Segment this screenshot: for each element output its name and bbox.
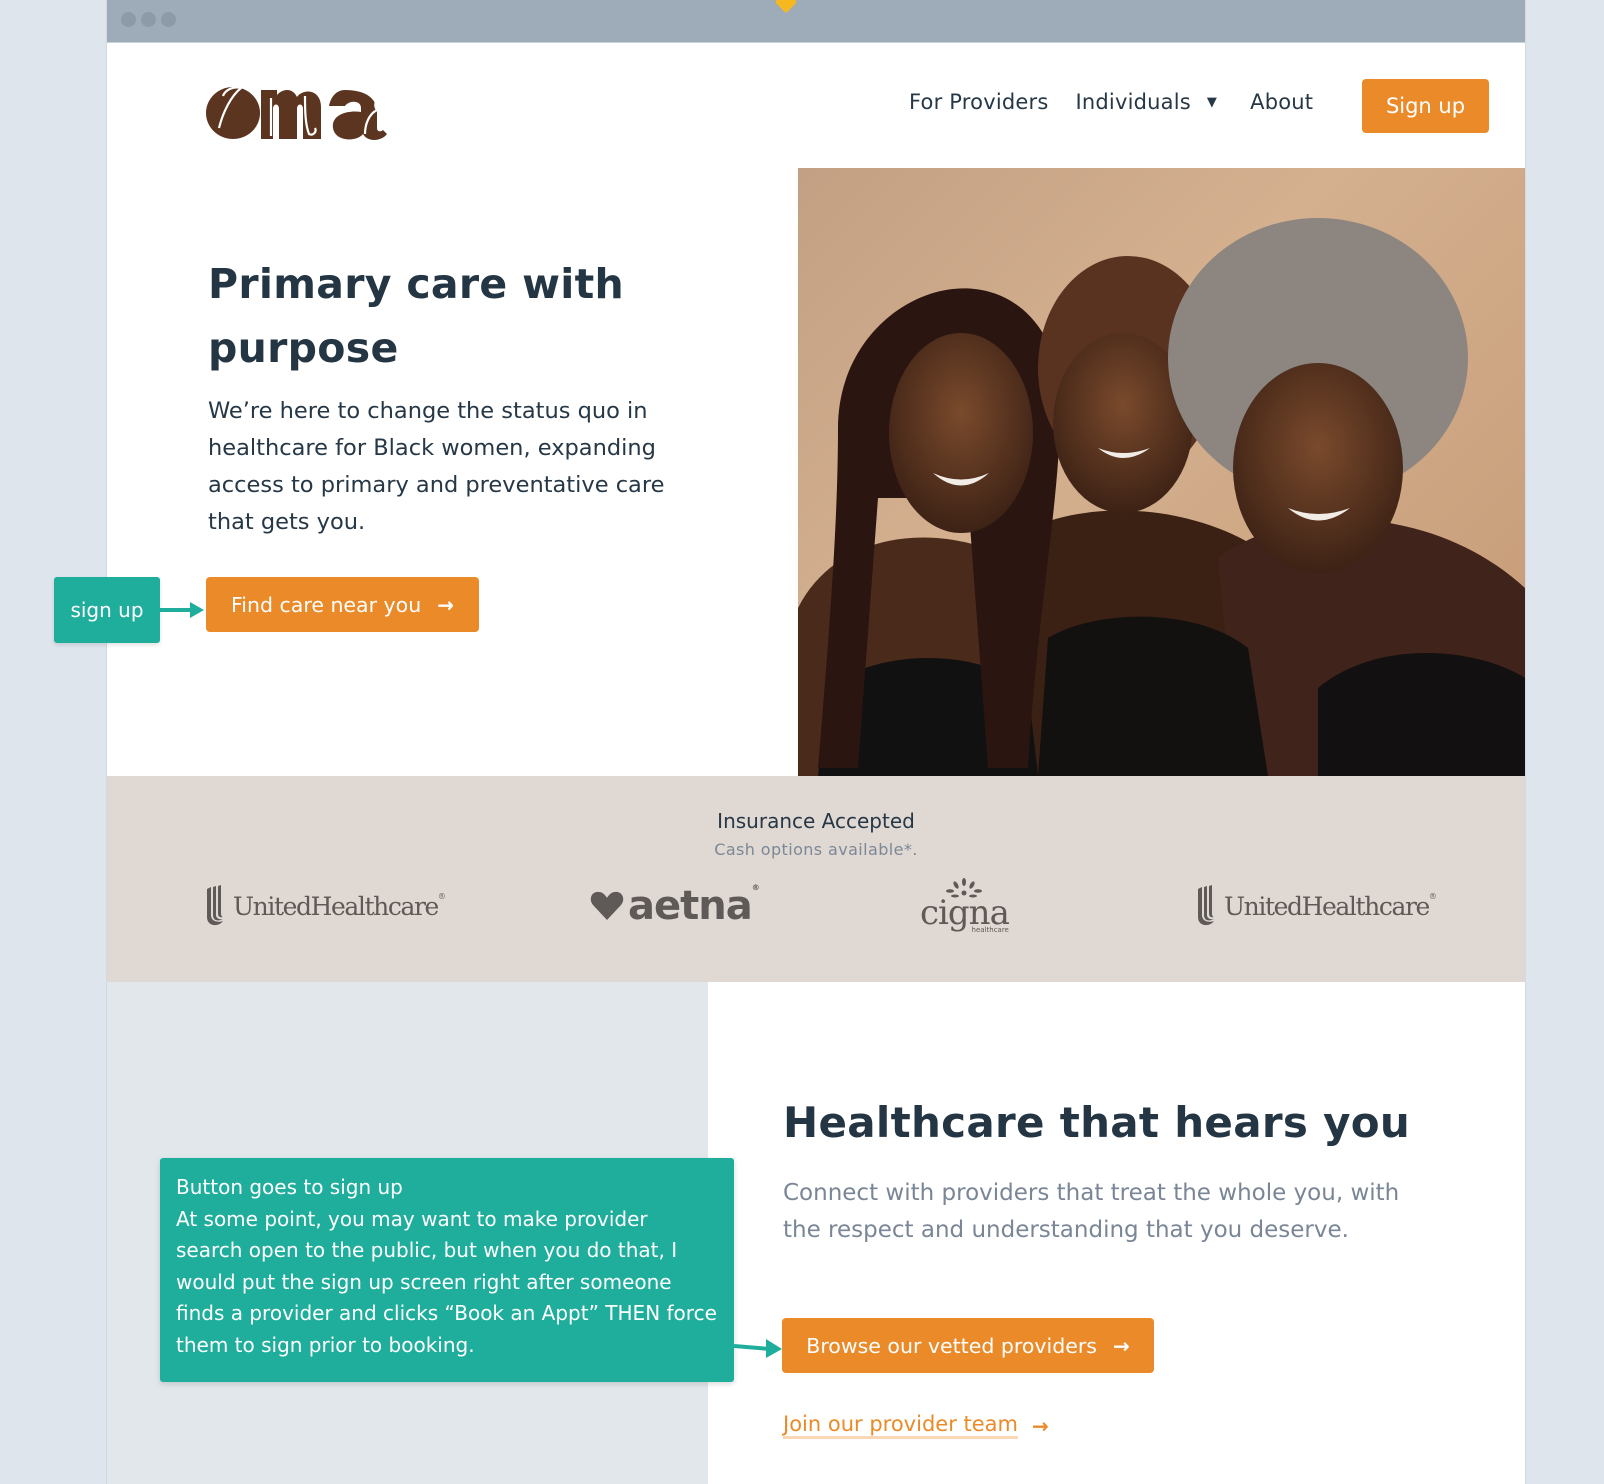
- hero-title: Primary care with purpose: [208, 260, 625, 372]
- join-provider-team-link[interactable]: Join our provider team →: [783, 1412, 1049, 1439]
- connector-arrow-icon: [734, 1339, 782, 1358]
- annotation-sign-up: sign up: [54, 577, 160, 643]
- comment-marker-icon[interactable]: [774, 0, 798, 14]
- logo-text: UnitedHealthcare®: [233, 891, 446, 921]
- browse-providers-button[interactable]: Browse our vetted providers →: [782, 1318, 1154, 1373]
- unitedhealthcare-logo: UnitedHealthcare®: [1196, 876, 1437, 936]
- nav-for-providers[interactable]: For Providers: [909, 90, 1049, 114]
- person-left-face: [889, 333, 1033, 533]
- logo-text: UnitedHealthcare®: [1224, 891, 1437, 921]
- annotation-line: At some point, you may want to make prov…: [176, 1206, 717, 1357]
- person-middle-top: [1038, 616, 1268, 776]
- insurance-title: Insurance Accepted: [717, 809, 915, 833]
- window-maximize-dot[interactable]: [161, 12, 176, 27]
- section-title: Healthcare that hears you: [783, 1098, 1411, 1147]
- annotation-button-note: Button goes to sign up At some point, yo…: [160, 1158, 734, 1382]
- insurance-logos: UnitedHealthcare® aetna® cigna healthcar…: [107, 876, 1525, 936]
- caret-down-icon: ▼: [1206, 94, 1218, 110]
- connector-arrow-icon: [160, 602, 204, 618]
- logo-text: aetna®: [628, 883, 760, 929]
- arrow-right-icon: →: [1031, 1413, 1049, 1438]
- women-photo-illustration: [798, 218, 1525, 776]
- button-label: Find care near you: [230, 592, 422, 617]
- heart-icon: [590, 891, 624, 920]
- hero-description: We’re here to change the status quo in h…: [208, 398, 665, 535]
- uhc-shield-icon: [207, 885, 223, 926]
- browser-toolbar: [107, 0, 1525, 43]
- nav-label: Individuals: [1075, 90, 1191, 114]
- insurance-section: Insurance Accepted Cash options availabl…: [107, 776, 1525, 982]
- nav-label: About: [1250, 90, 1314, 114]
- window-close-dot[interactable]: [121, 12, 136, 27]
- window-minimize-dot[interactable]: [141, 12, 156, 27]
- hero-photo: [798, 168, 1525, 776]
- logo-subtext: healthcare: [971, 926, 1009, 934]
- unitedhealthcare-logo: UnitedHealthcare®: [205, 876, 446, 936]
- person-right-top: [1318, 653, 1525, 776]
- logo-text: cigna: [920, 893, 1010, 933]
- button-label: Browse our vetted providers: [806, 1333, 1097, 1358]
- section-description: Connect with providers that treat the wh…: [783, 1180, 1400, 1243]
- person-right-face: [1233, 363, 1403, 573]
- find-care-button[interactable]: Find care near you →: [206, 577, 479, 632]
- nav-individuals-dropdown[interactable]: Individuals ▼: [1076, 90, 1218, 114]
- nav-about[interactable]: About: [1250, 90, 1313, 114]
- uhc-shield-icon: [1198, 885, 1214, 926]
- sign-up-button[interactable]: Sign up: [1362, 79, 1489, 133]
- nav-label: For Providers: [909, 90, 1049, 114]
- arrow-right-icon: →: [1112, 1333, 1130, 1358]
- insurance-subtitle: Cash options available*.: [714, 840, 918, 859]
- main-nav: For Providers Individuals ▼ About: [909, 90, 1340, 114]
- arrow-right-icon: →: [437, 592, 454, 617]
- oma-logo[interactable]: [205, 78, 405, 142]
- link-label: Join our provider team: [783, 1412, 1018, 1439]
- window-controls: [121, 12, 176, 27]
- annotation-line: Button goes to sign up: [176, 1175, 403, 1199]
- aetna-logo: aetna®: [590, 876, 760, 936]
- cigna-logo: cigna healthcare: [920, 876, 1010, 936]
